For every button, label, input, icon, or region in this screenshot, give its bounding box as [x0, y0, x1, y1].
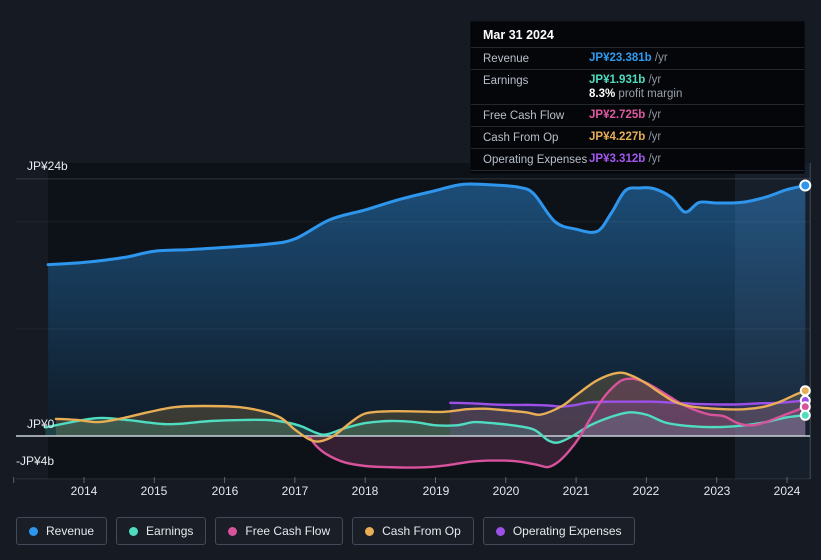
tooltip-label: Free Cash Flow [483, 110, 565, 122]
y-axis-label-24b: JP¥24b [27, 159, 68, 173]
tooltip-row-operating-expenses: Operating Expenses JP¥3.312b /yr [471, 148, 804, 171]
y-axis-label-0: JP¥0 [27, 417, 55, 431]
x-axis-label: 2019 [422, 484, 450, 498]
x-axis-label: 2014 [70, 484, 98, 498]
tooltip-row-revenue: Revenue JP¥23.381b /yr [471, 47, 804, 69]
tooltip-row-earnings: Earnings JP¥1.931b /yr 8.3% profit margi… [471, 69, 804, 104]
hover-tooltip: Mar 31 2024 Revenue JP¥23.381b /yr Earni… [470, 21, 805, 174]
tooltip-date: Mar 31 2024 [483, 28, 554, 42]
x-axis-label: 2023 [703, 484, 731, 498]
cash-from-op-dot-icon [365, 526, 375, 536]
operating-expenses-dot-icon [495, 526, 505, 536]
x-axis-label: 2022 [632, 484, 660, 498]
x-axis-label: 2015 [140, 484, 168, 498]
free-cash-flow-dot-icon [228, 526, 238, 536]
earnings-revenue-chart-card: JP¥24b JP¥0 -JP¥4b 2014 2015 2016 2017 2… [0, 0, 821, 560]
profit-margin-text: profit margin [618, 88, 683, 100]
tooltip-value: JP¥2.725b [589, 109, 646, 121]
highlight-band [734, 163, 811, 479]
endpoint-dot-earnings [799, 409, 811, 421]
tooltip-label: Cash From Op [483, 132, 559, 144]
revenue-dot-icon [29, 526, 38, 536]
tooltip-label: Operating Expenses [483, 154, 588, 166]
y-axis-label-neg4b: -JP¥4b [16, 454, 55, 468]
tooltip-value: JP¥1.931b [589, 74, 646, 86]
x-axis-label: 2018 [351, 484, 379, 498]
endpoint-dot-cash-from-op [799, 385, 811, 397]
tooltip-value: JP¥4.227b [589, 131, 646, 143]
x-axis-label: 2024 [773, 484, 801, 498]
legend-item-earnings[interactable]: Earnings [116, 517, 207, 545]
x-axis-label: 2016 [211, 484, 239, 498]
legend-item-free-cash-flow[interactable]: Free Cash Flow [215, 517, 344, 545]
legend-item-cash-from-op[interactable]: Cash From Op [352, 517, 474, 545]
endpoint-dot-revenue [799, 179, 812, 192]
x-axis-label: 2017 [281, 484, 309, 498]
x-axis-label: 2021 [562, 484, 590, 498]
earnings-dot-icon [129, 526, 139, 536]
tooltip-value: JP¥3.312b [589, 153, 646, 165]
legend-item-revenue[interactable]: Revenue [16, 517, 108, 545]
profit-margin-value: 8.3% [589, 88, 616, 100]
chart-legend: Revenue Earnings Free Cash Flow Cash Fro… [16, 517, 635, 545]
tooltip-label: Earnings [483, 75, 529, 87]
tooltip-row-cash-from-op: Cash From Op JP¥4.227b /yr [471, 126, 804, 148]
tooltip-value: JP¥23.381b [589, 52, 652, 64]
tooltip-label: Revenue [483, 53, 530, 65]
legend-item-operating-expenses[interactable]: Operating Expenses [482, 517, 635, 545]
x-axis-label: 2020 [492, 484, 520, 498]
tooltip-row-free-cash-flow: Free Cash Flow JP¥2.725b /yr [471, 104, 804, 126]
